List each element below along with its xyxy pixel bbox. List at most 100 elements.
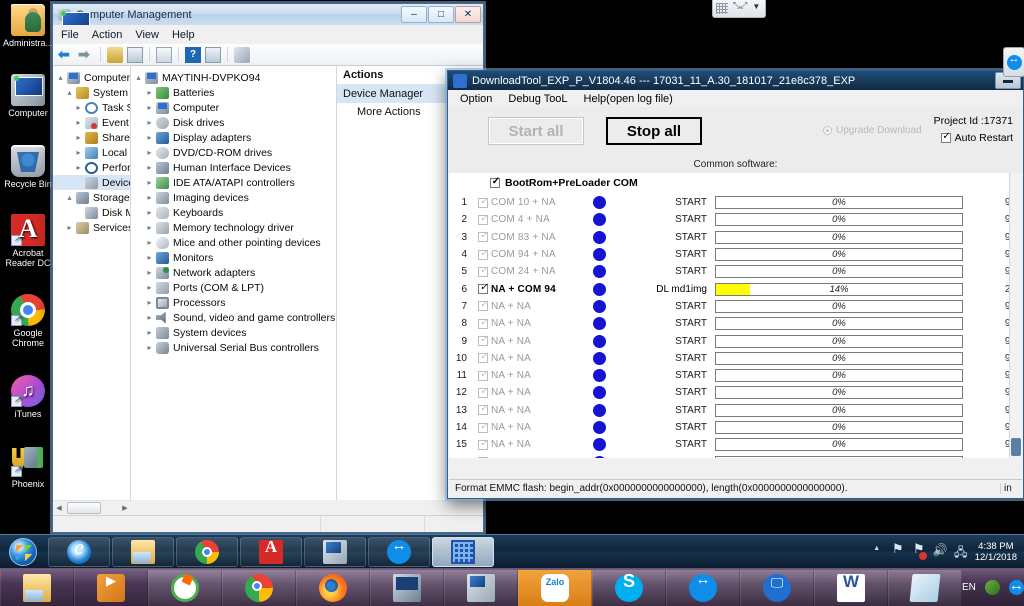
taskbar-item-teamviewer[interactable] bbox=[368, 536, 430, 567]
port-row[interactable]: 10NA + NASTART0%93 bbox=[449, 350, 1022, 367]
device-tree[interactable]: ▴ MAYTINH-DVPKO94 ▸ Batteries ▸ Computer ▸ Disk… bbox=[131, 66, 336, 355]
action-center-icon[interactable] bbox=[891, 541, 905, 559]
download-tool-titlebar[interactable]: DownloadTool_EXP_P_V1804.46 --- 17031_11… bbox=[448, 71, 1023, 90]
tree-item-imaging-devices[interactable]: ▸ Imaging devices bbox=[131, 190, 336, 205]
tree-item-memory-technology-driver[interactable]: ▸ Memory technology driver bbox=[131, 220, 336, 235]
network-icon[interactable] bbox=[954, 543, 968, 564]
console-tree[interactable]: ▴ Computer Ma ▴ System To ▸ Task S ▸ Event V ▸ Sh… bbox=[53, 66, 130, 235]
host-taskbar-item-remote-viewer[interactable] bbox=[740, 569, 814, 606]
close-button[interactable]: ✕ bbox=[455, 6, 481, 23]
computer-management-toolbar[interactable]: ⬅ ➡ ? bbox=[53, 44, 483, 66]
minimize-button[interactable]: – bbox=[401, 6, 427, 23]
port-row[interactable]: 5COM 24 + NASTART0%93 bbox=[449, 263, 1022, 280]
menu-option[interactable]: Option bbox=[460, 93, 492, 105]
upgrade-download-radio[interactable]: Upgrade Download bbox=[823, 125, 922, 136]
host-taskbar-item-computer-management[interactable] bbox=[444, 569, 518, 606]
tree-item-universal-serial-bus-controllers[interactable]: ▸ Universal Serial Bus controllers bbox=[131, 340, 336, 355]
expand-arrow-icon[interactable]: ▸ bbox=[144, 313, 155, 322]
port-enable-checkbox[interactable] bbox=[475, 334, 491, 347]
desktop-icon-computer[interactable]: Computer bbox=[0, 74, 56, 118]
menu-help[interactable]: Help bbox=[172, 29, 195, 41]
port-enable-checkbox[interactable] bbox=[475, 248, 491, 260]
tree-item-shared[interactable]: ▸ Shared bbox=[53, 130, 130, 145]
menu-view[interactable]: View bbox=[135, 29, 159, 41]
expand-arrow-icon[interactable]: ▸ bbox=[144, 283, 155, 292]
expand-arrow-icon[interactable]: ▸ bbox=[144, 103, 155, 112]
taskbar-item-computer-management[interactable] bbox=[304, 536, 366, 567]
tree-item-ports-com-lpt[interactable]: ▸ Ports (COM & LPT) bbox=[131, 280, 336, 295]
tree-item-processors[interactable]: ▸ Processors bbox=[131, 295, 336, 310]
auto-restart-checkbox[interactable]: Auto Restart bbox=[940, 131, 1013, 144]
port-enable-checkbox[interactable] bbox=[475, 369, 491, 381]
desktop-icon-administrator-folder[interactable]: Administra... bbox=[0, 4, 56, 48]
tree-item-event-v[interactable]: ▸ Event V bbox=[53, 115, 130, 130]
desktop-icon-recycle-bin[interactable]: Recycle Bin bbox=[0, 145, 56, 189]
port-enable-checkbox[interactable] bbox=[475, 351, 491, 364]
port-enable-checkbox[interactable] bbox=[475, 455, 491, 458]
computer-management-titlebar[interactable]: Computer Management – □ ✕ bbox=[53, 4, 483, 25]
tree-item-local-u[interactable]: ▸ Local U bbox=[53, 145, 130, 160]
menu-debug-tool[interactable]: Debug TooL bbox=[508, 93, 567, 105]
minimize-restore-icon[interactable] bbox=[733, 0, 745, 14]
expand-arrow-icon[interactable]: ▸ bbox=[64, 223, 75, 232]
taskbar-item-download-tool[interactable] bbox=[432, 536, 494, 567]
expand-arrow-icon[interactable]: ▸ bbox=[144, 193, 155, 202]
keyboard-grid-icon[interactable] bbox=[715, 3, 728, 14]
desktop-icon-phoenix[interactable]: Phoenix bbox=[0, 445, 56, 489]
download-tool-window[interactable]: DownloadTool_EXP_P_V1804.46 --- 17031_11… bbox=[447, 47, 1024, 499]
port-row[interactable]: 7NA + NASTART0%93 bbox=[449, 298, 1022, 315]
tree-item-monitors[interactable]: ▸ Monitors bbox=[131, 250, 336, 265]
up-folder-icon[interactable] bbox=[107, 46, 123, 63]
expand-arrow-icon[interactable]: ▸ bbox=[144, 208, 155, 217]
network-error-icon[interactable] bbox=[912, 541, 927, 560]
tree-item-display-adapters[interactable]: ▸ Display adapters bbox=[131, 130, 336, 145]
tree-item-device[interactable]: Device bbox=[53, 175, 130, 190]
port-row[interactable]: 9NA + NASTART0%93 bbox=[449, 332, 1022, 349]
port-enable-checkbox[interactable] bbox=[475, 421, 491, 433]
start-button[interactable] bbox=[0, 536, 46, 568]
host-taskbar-item-windows-explorer[interactable] bbox=[0, 569, 74, 606]
host-taskbar-item-google-chrome[interactable] bbox=[222, 569, 296, 606]
host-taskbar-item-media-player[interactable] bbox=[74, 569, 148, 606]
tree-item-system-devices[interactable]: ▸ System devices bbox=[131, 325, 336, 340]
expand-arrow-icon[interactable]: ▸ bbox=[73, 118, 84, 127]
start-all-button[interactable]: Start all bbox=[488, 117, 584, 145]
checkbox-icon[interactable] bbox=[490, 176, 501, 188]
port-row[interactable]: 13NA + NASTART0%93 bbox=[449, 402, 1022, 419]
tree-item-services-a[interactable]: ▸ Services a bbox=[53, 220, 130, 235]
teamviewer-icon[interactable] bbox=[1008, 577, 1024, 595]
expand-arrow-icon[interactable]: ▸ bbox=[144, 328, 155, 337]
computer-management-window[interactable]: Computer Management – □ ✕ File Action Vi… bbox=[52, 3, 484, 533]
scroll-left-arrow[interactable]: ◀ bbox=[53, 504, 65, 512]
scroll-right-arrow[interactable]: ▶ bbox=[119, 504, 131, 512]
host-system-tray[interactable]: EN 4:35 PM 12/1/2018 bbox=[962, 576, 1024, 600]
taskbar-item-internet-explorer[interactable] bbox=[48, 535, 110, 567]
forward-arrow-icon[interactable]: ➡ bbox=[78, 47, 94, 63]
scroll-thumb[interactable] bbox=[67, 502, 101, 514]
expand-arrow-icon[interactable]: ▸ bbox=[73, 148, 84, 157]
expand-arrow-icon[interactable]: ▸ bbox=[144, 298, 155, 307]
expand-arrow-icon[interactable]: ▸ bbox=[144, 268, 155, 277]
port-list[interactable]: BootRom+PreLoader COM 1COM 10 + NASTART0… bbox=[449, 173, 1022, 458]
port-row[interactable]: 14NA + NASTART0%93 bbox=[449, 419, 1022, 436]
back-arrow-icon[interactable]: ⬅ bbox=[58, 47, 74, 63]
expand-arrow-icon[interactable]: ▸ bbox=[144, 343, 155, 352]
expand-arrow-icon[interactable]: ▸ bbox=[144, 253, 155, 262]
host-taskbar-item-remote-session[interactable] bbox=[370, 569, 444, 606]
expand-arrow-icon[interactable]: ▸ bbox=[73, 163, 84, 172]
port-enable-checkbox[interactable] bbox=[475, 299, 491, 312]
tree-item-perfor[interactable]: ▸ Perfor bbox=[53, 160, 130, 175]
volume-icon[interactable] bbox=[933, 543, 947, 559]
tree-item-ide-ata-atapi-controllers[interactable]: ▸ IDE ATA/ATAPI controllers bbox=[131, 175, 336, 190]
collapse-arrow-icon[interactable]: ▴ bbox=[133, 73, 144, 82]
port-enable-checkbox[interactable] bbox=[475, 403, 491, 416]
expand-arrow-icon[interactable]: ▸ bbox=[144, 133, 155, 142]
show-hide-tree-icon[interactable] bbox=[127, 46, 143, 63]
properties-icon[interactable] bbox=[156, 46, 172, 63]
tree-item-dvd-cd-rom-drives[interactable]: ▸ DVD/CD-ROM drives bbox=[131, 145, 336, 160]
tree-item-storage[interactable]: ▴ Storage bbox=[53, 190, 130, 205]
port-row[interactable]: 6NA + COM 94DL md1img14%22 bbox=[449, 280, 1022, 297]
host-taskbar-item-microsoft-word[interactable] bbox=[814, 569, 888, 606]
expand-arrow-icon[interactable]: ▸ bbox=[144, 118, 155, 127]
desktop-icon-acrobat-reader[interactable]: Acrobat Reader DC bbox=[0, 214, 56, 268]
